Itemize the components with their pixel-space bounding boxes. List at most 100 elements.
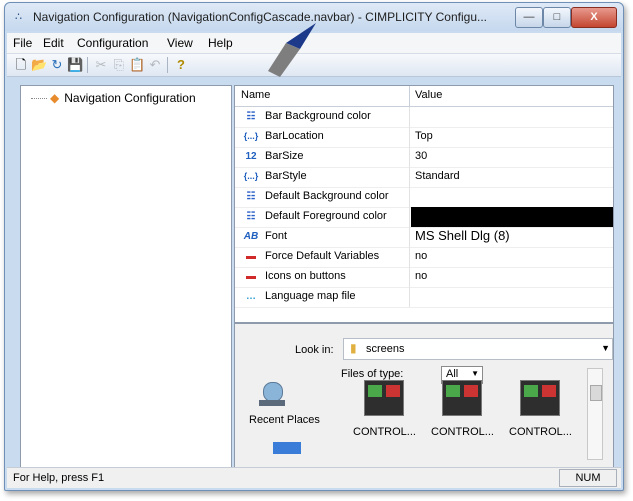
column-divider bbox=[409, 247, 410, 267]
app-icon: ∴ bbox=[15, 11, 22, 23]
column-divider bbox=[409, 227, 410, 247]
column-divider bbox=[409, 207, 410, 227]
property-value[interactable]: MS Shell Dlg (8) bbox=[411, 227, 613, 247]
arrow-pointer-icon bbox=[268, 23, 316, 77]
refresh-icon[interactable]: ↻ bbox=[49, 57, 65, 73]
tree-connector bbox=[31, 98, 47, 100]
property-value[interactable] bbox=[411, 287, 613, 307]
column-divider bbox=[409, 86, 410, 106]
property-row-barstyle[interactable]: {...} BarStyle Standard bbox=[235, 167, 613, 188]
minimize-button[interactable]: — bbox=[515, 7, 543, 28]
help-icon[interactable]: ? bbox=[173, 57, 189, 73]
property-value[interactable] bbox=[411, 107, 613, 127]
recent-places-icon[interactable] bbox=[257, 380, 289, 410]
property-name: Default Foreground color bbox=[265, 210, 387, 222]
navigation-tree: ◆ Navigation Configuration bbox=[20, 85, 232, 469]
menu-edit[interactable]: Edit bbox=[43, 36, 64, 50]
file-icon: … bbox=[246, 291, 256, 302]
boolean-icon: ▬ bbox=[246, 271, 256, 282]
property-row-barsize[interactable]: 12 BarSize 30 bbox=[235, 147, 613, 168]
vertical-scrollbar[interactable] bbox=[587, 368, 603, 460]
property-row-font[interactable]: AB Font MS Shell Dlg (8) bbox=[235, 227, 613, 248]
column-divider bbox=[409, 287, 410, 307]
cut-icon[interactable]: ✂ bbox=[93, 57, 109, 73]
boolean-icon: ▬ bbox=[246, 251, 256, 262]
file-thumbnail[interactable]: CONTROL... bbox=[509, 380, 572, 438]
status-help-text: For Help, press F1 bbox=[13, 472, 105, 484]
foreground-color-swatch[interactable] bbox=[411, 207, 613, 227]
screen-file-icon bbox=[520, 380, 560, 416]
property-row-default-foreground-color[interactable]: ☷ Default Foreground color bbox=[235, 207, 613, 228]
undo-icon[interactable]: ↶ bbox=[147, 57, 163, 73]
files-of-type-label: Files of type: bbox=[341, 368, 404, 380]
property-name: BarSize bbox=[265, 150, 304, 162]
property-name: Language map file bbox=[265, 290, 356, 302]
enum-icon: {...} bbox=[243, 131, 259, 141]
folder-icon: ▮ bbox=[350, 341, 357, 355]
file-name: CONTROL... bbox=[353, 426, 416, 438]
application-window: ∴ Navigation Configuration (NavigationCo… bbox=[4, 2, 624, 491]
property-grid: Name Value ☷ Bar Background color {...} … bbox=[234, 85, 614, 323]
color-grid-icon: ☷ bbox=[246, 191, 256, 202]
column-divider bbox=[409, 107, 410, 127]
recent-places-label[interactable]: Recent Places bbox=[249, 414, 320, 426]
diamond-icon: ◆ bbox=[50, 91, 60, 105]
property-value[interactable] bbox=[411, 187, 613, 207]
name-column-header[interactable]: Name bbox=[241, 89, 270, 101]
property-row-force-default-variables[interactable]: ▬ Force Default Variables no bbox=[235, 247, 613, 268]
file-thumbnail[interactable]: CONTROL... bbox=[431, 380, 494, 438]
property-row-default-background-color[interactable]: ☷ Default Background color bbox=[235, 187, 613, 208]
chevron-down-icon: ▼ bbox=[471, 369, 479, 378]
property-row-icons-on-buttons[interactable]: ▬ Icons on buttons no bbox=[235, 267, 613, 288]
property-row-language-map-file[interactable]: … Language map file bbox=[235, 287, 613, 308]
paste-icon[interactable]: 📋 bbox=[129, 57, 145, 73]
file-name: CONTROL... bbox=[431, 426, 494, 438]
color-grid-icon: ☷ bbox=[246, 111, 256, 122]
property-name: Font bbox=[265, 230, 288, 242]
property-name: Force Default Variables bbox=[265, 250, 380, 262]
tree-node-label: Navigation Configuration bbox=[64, 91, 196, 105]
menu-help[interactable]: Help bbox=[208, 36, 233, 50]
enum-icon: {...} bbox=[243, 171, 259, 181]
column-divider bbox=[409, 147, 410, 167]
property-name: BarStyle bbox=[265, 170, 307, 182]
new-icon[interactable]: 🗋 bbox=[13, 57, 29, 73]
toolbar-separator bbox=[167, 57, 168, 73]
maximize-button[interactable]: □ bbox=[543, 7, 571, 28]
scrollbar-thumb[interactable] bbox=[590, 385, 602, 401]
save-icon[interactable]: 💾 bbox=[67, 57, 83, 73]
property-name: Icons on buttons bbox=[265, 270, 346, 282]
file-thumbnail[interactable]: CONTROL... bbox=[353, 380, 416, 438]
look-in-dropdown[interactable]: ▮ screens ▼ bbox=[343, 338, 613, 360]
property-name: BarLocation bbox=[265, 130, 324, 142]
column-divider bbox=[409, 267, 410, 287]
number-icon: 12 bbox=[245, 151, 257, 162]
property-name: Bar Background color bbox=[265, 110, 371, 122]
value-column-header[interactable]: Value bbox=[415, 89, 442, 101]
property-name: Default Background color bbox=[265, 190, 389, 202]
column-divider bbox=[409, 187, 410, 207]
property-row-bar-background-color[interactable]: ☷ Bar Background color bbox=[235, 107, 613, 128]
copy-icon[interactable]: ⎘ bbox=[111, 57, 127, 73]
menu-view[interactable]: View bbox=[167, 36, 193, 50]
file-name: CONTROL... bbox=[509, 426, 572, 438]
property-value[interactable]: no bbox=[411, 247, 613, 267]
property-value[interactable]: no bbox=[411, 267, 613, 287]
chevron-down-icon: ▼ bbox=[601, 343, 610, 353]
screen-file-icon bbox=[364, 380, 404, 416]
num-lock-indicator: NUM bbox=[559, 469, 617, 487]
menu-configuration[interactable]: Configuration bbox=[77, 36, 148, 50]
status-bar: For Help, press F1 NUM bbox=[7, 467, 621, 488]
color-grid-icon: ☷ bbox=[246, 211, 256, 222]
tree-node-navigation-configuration[interactable]: ◆ Navigation Configuration bbox=[31, 91, 196, 105]
open-icon[interactable]: 📂 bbox=[31, 57, 47, 73]
menu-file[interactable]: File bbox=[13, 36, 32, 50]
close-button[interactable]: X bbox=[571, 7, 617, 28]
property-row-barlocation[interactable]: {...} BarLocation Top bbox=[235, 127, 613, 148]
font-icon: AB bbox=[243, 231, 259, 242]
property-value[interactable]: 30 bbox=[411, 147, 613, 167]
property-value[interactable]: Standard bbox=[411, 167, 613, 187]
desktop-icon[interactable] bbox=[273, 442, 301, 454]
property-value[interactable]: Top bbox=[411, 127, 613, 147]
look-in-label: Look in: bbox=[295, 344, 334, 356]
